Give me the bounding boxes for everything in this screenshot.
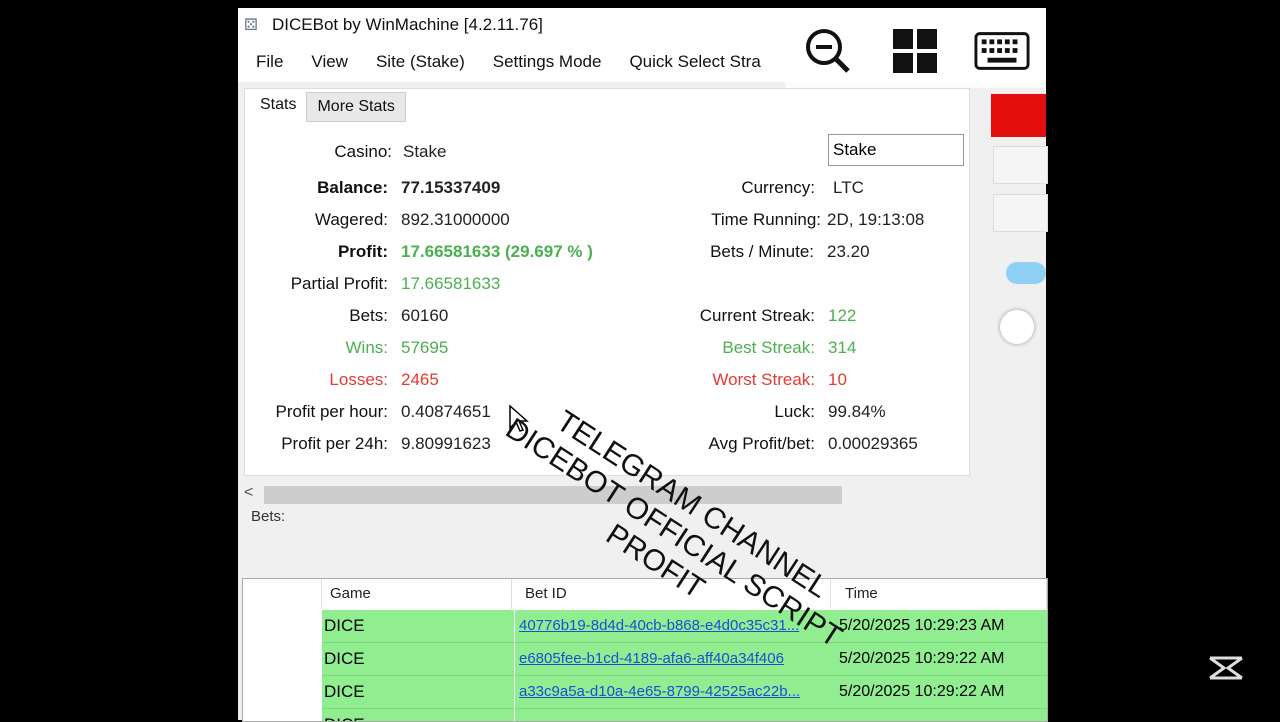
worst-streak-label: Worst Streak: <box>712 370 815 389</box>
casino-value: Stake <box>403 142 447 161</box>
profit-per-24h-label: Profit per 24h: <box>281 434 388 453</box>
zoom-out-icon[interactable] <box>800 26 856 76</box>
currency-value: LTC <box>833 178 864 197</box>
balance-label: Balance: <box>317 178 388 197</box>
game-cell: DICE <box>322 610 514 643</box>
game-cell: DICE <box>322 709 514 721</box>
wagered-value: 892.31000000 <box>401 210 510 229</box>
time-cell <box>833 709 1047 721</box>
bets-count-label: Bets: <box>349 306 388 325</box>
bet-id-link[interactable]: ... <box>515 709 835 721</box>
scroll-left-arrow-icon[interactable]: < <box>244 484 253 502</box>
luck-value: 99.84% <box>828 402 886 421</box>
bet-id-link[interactable]: a33c9a5a-d10a-4e65-8799-42525ac22b... <box>515 676 835 709</box>
tab-more-stats[interactable]: More Stats <box>306 92 406 122</box>
bets-section-label: Bets: <box>251 508 286 525</box>
capcut-logo-icon <box>1209 656 1243 680</box>
profit-value: 17.66581633 (29.697 % ) <box>401 242 593 261</box>
row-blank-cell <box>243 643 321 676</box>
tab-stats[interactable]: Stats <box>250 88 306 122</box>
time-running-value: 2D, 19:13:08 <box>827 210 925 229</box>
stats-tabs: Stats More Stats <box>250 88 406 122</box>
row-blank-cell <box>243 709 321 721</box>
bets-per-minute-label: Bets / Minute: <box>710 242 814 261</box>
wagered-label: Wagered: <box>314 210 388 229</box>
control-button-1[interactable] <box>993 146 1048 184</box>
screen-overlay-toolbar <box>785 14 1045 88</box>
stop-button[interactable] <box>991 94 1046 137</box>
table-header-blank <box>243 579 322 609</box>
losses-label: Losses: <box>329 370 388 389</box>
balance-value: 77.15337409 <box>401 178 501 197</box>
wins-label: Wins: <box>345 338 389 357</box>
time-cell: 5/20/2025 10:29:22 AM <box>833 676 1047 709</box>
profit-label: Profit: <box>337 242 388 261</box>
casino-label: Casino: <box>334 142 392 161</box>
losses-value: 2465 <box>401 370 439 389</box>
menu-settings-mode[interactable]: Settings Mode <box>479 52 616 72</box>
avg-profit-label: Avg Profit/bet: <box>708 434 815 453</box>
avg-profit-value: 0.00029365 <box>828 434 918 453</box>
menu-file[interactable]: File <box>238 52 297 72</box>
partial-profit-label: Partial Profit: <box>290 274 388 293</box>
keyboard-icon[interactable] <box>974 26 1030 76</box>
slider-knob[interactable] <box>1000 310 1034 344</box>
time-running-label: Time Running: <box>711 210 821 229</box>
bets-per-minute-value: 23.20 <box>827 242 870 261</box>
current-streak-value: 122 <box>828 306 857 325</box>
game-cell: DICE <box>322 643 514 676</box>
table-row[interactable]: DICE ... <box>243 709 1047 721</box>
wins-value: 57695 <box>401 338 449 357</box>
best-streak-label: Best Streak: <box>722 338 815 357</box>
luck-label: Luck: <box>774 402 815 421</box>
control-button-2[interactable] <box>993 194 1048 232</box>
column-header-game[interactable]: Game <box>322 579 512 609</box>
currency-label: Currency: <box>741 178 815 197</box>
profit-per-hour-label: Profit per hour: <box>275 402 388 421</box>
window-title: DICEBot by WinMachine [4.2.11.76] <box>272 15 543 34</box>
menu-site[interactable]: Site (Stake) <box>362 52 479 72</box>
row-blank-cell <box>243 610 321 643</box>
windows-logo-icon[interactable] <box>887 26 943 76</box>
dice-app-icon: ⚄ <box>244 17 258 34</box>
bets-count-value: 60160 <box>401 306 449 325</box>
toggle-switch[interactable] <box>1006 262 1046 284</box>
table-row[interactable]: DICE 40776b19-8d4d-40cb-b868-e4d0c35c31.… <box>243 610 1047 643</box>
casino-dropdown[interactable]: Stake <box>828 134 964 166</box>
table-row[interactable]: DICE a33c9a5a-d10a-4e65-8799-42525ac22b.… <box>243 676 1047 709</box>
table-row[interactable]: DICE e6805fee-b1cd-4189-afa6-aff40a34f40… <box>243 643 1047 676</box>
worst-streak-value: 10 <box>828 370 847 389</box>
partial-profit-value: 17.66581633 <box>401 274 501 293</box>
best-streak-value: 314 <box>828 338 857 357</box>
menu-quick-select[interactable]: Quick Select Stra <box>615 52 774 72</box>
menu-view[interactable]: View <box>297 52 362 72</box>
game-cell: DICE <box>322 676 514 709</box>
current-streak-label: Current Streak: <box>699 306 815 325</box>
bets-table: Game Bet ID Time DICE 40776b19-8d4d-40cb… <box>242 578 1048 722</box>
row-blank-cell <box>243 676 321 709</box>
